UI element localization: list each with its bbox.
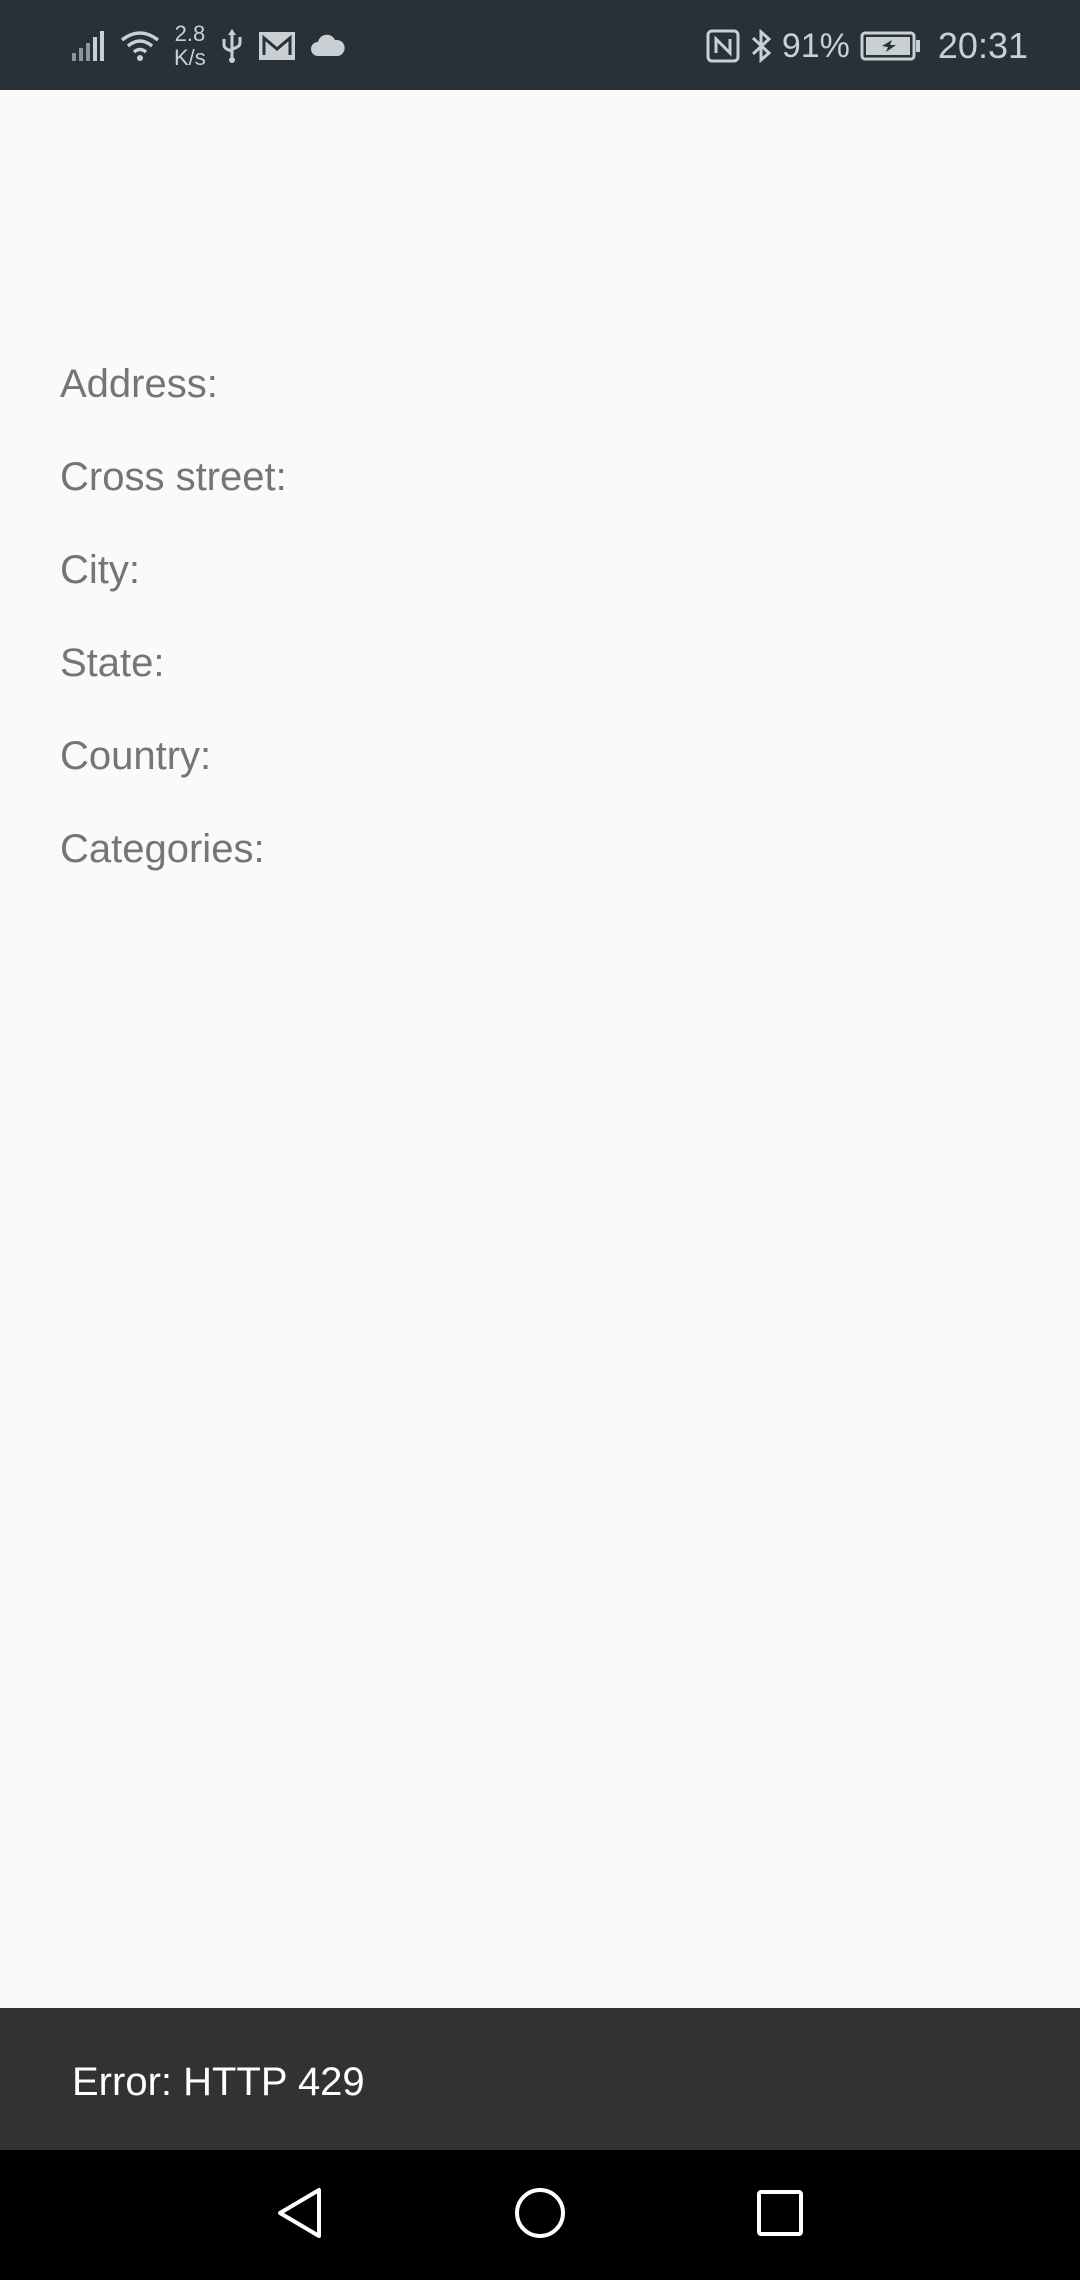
country-label: Country:: [60, 734, 212, 778]
usb-icon: [220, 29, 244, 63]
network-speed-value: 2.8: [174, 21, 206, 46]
error-snackbar: Error: HTTP 429: [0, 2008, 1080, 2150]
mail-icon: [258, 31, 296, 61]
navigation-bar: [0, 2150, 1080, 2280]
back-button[interactable]: [240, 2150, 360, 2280]
field-list: Address: Cross street: City: State: Coun…: [60, 360, 287, 918]
home-button[interactable]: [480, 2150, 600, 2280]
city-label: City:: [60, 548, 140, 592]
status-bar-left: 2.8 K/s: [72, 18, 346, 74]
address-label: Address:: [60, 362, 218, 406]
home-icon: [513, 2186, 567, 2245]
status-bar: 2.8 K/s 91% 20:31: [0, 0, 1080, 90]
state-label: State:: [60, 641, 165, 685]
cloud-icon: [310, 34, 346, 58]
status-bar-right: 91% 20:31: [706, 18, 1028, 74]
network-speed-unit: K/s: [174, 45, 206, 70]
back-icon: [275, 2186, 325, 2245]
signal-icon: [72, 31, 106, 61]
network-speed: 2.8 K/s: [174, 22, 206, 70]
recents-icon: [755, 2188, 805, 2243]
battery-percent: 91%: [781, 26, 850, 65]
snackbar-message: Error: HTTP 429: [72, 2060, 365, 2104]
battery-charging-icon: [860, 31, 922, 61]
bluetooth-icon: [750, 29, 772, 63]
recents-button[interactable]: [720, 2150, 840, 2280]
clock: 20:31: [937, 25, 1028, 66]
cross-street-label: Cross street:: [60, 455, 287, 499]
venue-details: Address: Cross street: City: State: Coun…: [0, 90, 1080, 2008]
categories-label: Categories:: [60, 827, 265, 871]
nfc-icon: [706, 29, 740, 63]
wifi-icon: [120, 30, 160, 62]
